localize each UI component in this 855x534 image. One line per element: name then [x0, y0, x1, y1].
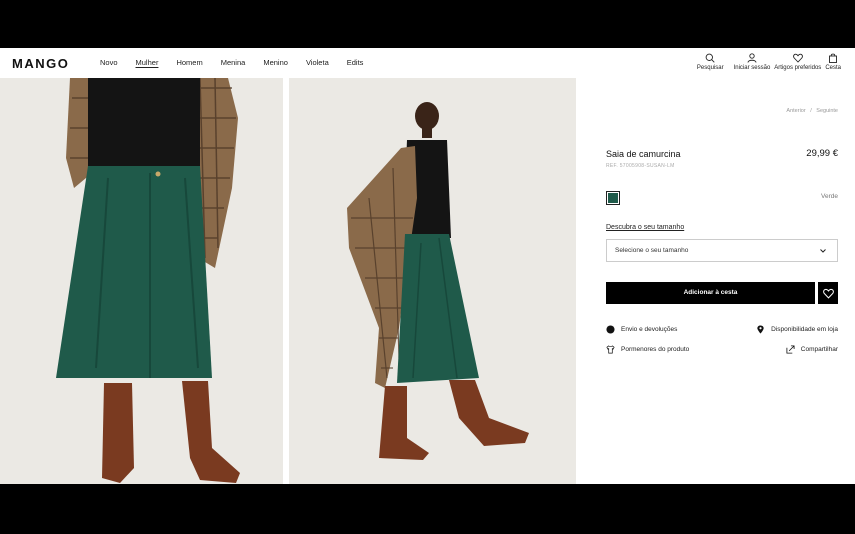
letterbox-top [0, 0, 855, 48]
cart-label: Cesta [825, 65, 841, 71]
product-title: Saia de camurcina [606, 149, 681, 159]
next-link[interactable]: Seguinte [816, 108, 838, 114]
size-select-placeholder: Selecione o seu tamanho [615, 247, 689, 254]
product-pagination: Anterior / Seguinte [783, 108, 838, 114]
product-photo-full[interactable] [289, 78, 576, 484]
user-icon [747, 53, 757, 63]
bag-icon [829, 53, 838, 63]
share-icon [786, 345, 795, 354]
product-panel: Anterior / Seguinte Saia de camurcina 29… [606, 78, 838, 484]
shipping-returns-link[interactable]: Envio e devoluções [606, 325, 677, 334]
chevron-down-icon [820, 249, 826, 253]
color-swatch[interactable] [606, 191, 620, 205]
nav-edits[interactable]: Edits [347, 58, 364, 67]
size-guide-link[interactable]: Descubra o seu tamanho [606, 224, 684, 231]
search-label: Pesquisar [696, 65, 724, 71]
color-name: Verde [821, 193, 838, 200]
store-availability-link[interactable]: Disponibilidade em loja [756, 325, 838, 334]
site-header: MANGO Novo Mulher Homem Menina Menino Vi… [0, 48, 855, 78]
color-swatch-fill [608, 193, 618, 203]
search-button[interactable]: Pesquisar [697, 53, 724, 71]
add-to-cart-button[interactable]: Adicionar à cesta [606, 282, 815, 304]
nav-violeta[interactable]: Violeta [306, 58, 329, 67]
letterbox-bottom [0, 484, 855, 534]
login-label: Iniciar sessão [733, 65, 771, 71]
heart-icon [822, 288, 834, 299]
search-icon [705, 53, 715, 63]
add-to-favorites-button[interactable] [818, 282, 838, 304]
nav-mulher[interactable]: Mulher [136, 58, 159, 67]
brand-logo[interactable]: MANGO [12, 56, 69, 71]
main-nav: Novo Mulher Homem Menina Menino Violeta … [100, 58, 381, 67]
pagination-separator: / [810, 108, 812, 114]
shipping-returns-label: Envio e devoluções [621, 326, 678, 333]
product-reference: REF. 57005908-SUSAN-LM [606, 163, 675, 169]
info-circle-icon [606, 325, 615, 334]
header-tools: Pesquisar Iniciar sessão Artigos preferi… [697, 53, 841, 71]
favorites-label: Artigos preferidos [774, 65, 822, 71]
login-button[interactable]: Iniciar sessão [733, 53, 771, 71]
prev-link[interactable]: Anterior [786, 108, 805, 114]
product-price: 29,99 € [806, 148, 838, 159]
favorites-button[interactable]: Artigos preferidos [774, 53, 821, 71]
share-label: Compartilhar [800, 346, 838, 353]
nav-homem[interactable]: Homem [176, 58, 202, 67]
product-details-link[interactable]: Pormenores do produto [606, 345, 689, 354]
cart-button[interactable]: Cesta [825, 53, 841, 71]
model-full-illustration [289, 78, 576, 484]
location-pin-icon [757, 325, 764, 334]
nav-novo[interactable]: Novo [100, 58, 118, 67]
product-details-label: Pormenores do produto [621, 346, 690, 353]
nav-menino[interactable]: Menino [263, 58, 288, 67]
share-link[interactable]: Compartilhar [786, 345, 838, 354]
product-page: MANGO Novo Mulher Homem Menina Menino Vi… [0, 48, 855, 484]
product-photo-closeup[interactable] [0, 78, 283, 484]
heart-icon [792, 53, 803, 63]
store-availability-label: Disponibilidade em loja [771, 326, 838, 333]
nav-menina[interactable]: Menina [221, 58, 246, 67]
model-closeup-illustration [0, 78, 283, 484]
shirt-icon [606, 345, 615, 354]
size-select[interactable]: Selecione o seu tamanho [606, 239, 838, 262]
